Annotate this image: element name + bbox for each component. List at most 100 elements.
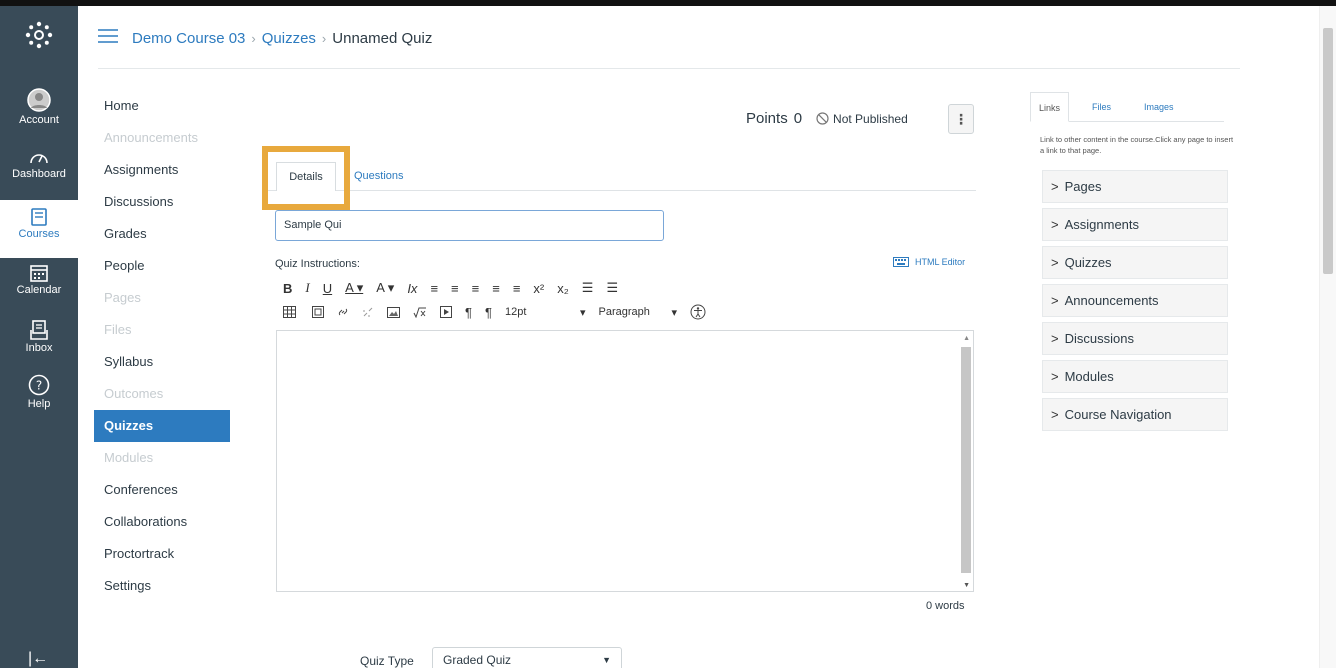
quiz-instructions-label: Quiz Instructions: bbox=[275, 258, 360, 270]
italic-button[interactable]: I bbox=[305, 280, 309, 296]
links-item-label: Modules bbox=[1064, 369, 1114, 384]
text-color-button[interactable]: A ▾ bbox=[345, 280, 363, 296]
block-format-select[interactable]: Paragraph bbox=[599, 306, 659, 318]
scroll-up-icon[interactable]: ▲ bbox=[963, 335, 970, 342]
table-button[interactable] bbox=[283, 306, 299, 318]
course-nav-proctortrack[interactable]: Proctortrack bbox=[94, 538, 234, 570]
course-nav-pages[interactable]: Pages bbox=[94, 282, 234, 314]
inbox-icon bbox=[0, 320, 78, 340]
links-item-label: Assignments bbox=[1064, 217, 1140, 232]
editor-scroll-thumb[interactable] bbox=[961, 347, 971, 573]
course-nav-conferences[interactable]: Conferences bbox=[94, 474, 234, 506]
links-item-assignments[interactable]: > Assignments bbox=[1042, 208, 1228, 241]
help-icon: ? bbox=[0, 374, 78, 396]
links-item-pages[interactable]: > Pages bbox=[1042, 170, 1228, 203]
hamburger-menu-icon[interactable] bbox=[98, 29, 118, 47]
align-right-button[interactable]: ≡ bbox=[472, 281, 480, 296]
rich-content-editor[interactable]: ▲ ▼ bbox=[276, 330, 974, 592]
page-scrollbar[interactable] bbox=[1319, 6, 1336, 668]
editor-toolbar-row-1: B I U A ▾ A ▾ Ix ≡ ≡ ≡ ≡ ≡ x² x₂ ☰ ☰ bbox=[283, 280, 631, 296]
tab-links[interactable]: Links bbox=[1030, 92, 1070, 122]
not-published-icon bbox=[816, 112, 829, 125]
rtl-button[interactable]: ¶ bbox=[485, 305, 492, 320]
course-nav-outcomes[interactable]: Outcomes bbox=[94, 378, 234, 410]
bold-button[interactable]: B bbox=[283, 281, 292, 296]
nav-courses[interactable]: Courses bbox=[0, 200, 78, 258]
align-center-button[interactable]: ≡ bbox=[451, 281, 459, 296]
publish-status: Not Published bbox=[816, 112, 908, 126]
more-options-button[interactable]: ⋮ bbox=[948, 104, 974, 134]
points-label: Points bbox=[746, 110, 788, 127]
nav-help[interactable]: ? Help bbox=[0, 374, 78, 410]
scroll-down-icon[interactable]: ▼ bbox=[963, 582, 970, 589]
nav-account[interactable]: Account bbox=[0, 88, 78, 126]
align-left-button[interactable]: ≡ bbox=[430, 281, 438, 296]
course-nav-quizzes[interactable]: Quizzes bbox=[94, 410, 230, 442]
canvas-logo[interactable] bbox=[0, 20, 78, 50]
unlink-button[interactable] bbox=[362, 306, 374, 318]
media-icon bbox=[440, 306, 452, 318]
editor-scrollbar[interactable]: ▲ ▼ bbox=[959, 331, 973, 591]
tab-questions[interactable]: Questions bbox=[354, 170, 404, 182]
course-nav-modules[interactable]: Modules bbox=[94, 442, 234, 474]
word-count: 0 words bbox=[926, 600, 965, 612]
quiz-points-status: Points 0 Not Published bbox=[746, 110, 908, 127]
courses-icon bbox=[0, 208, 78, 226]
media-button[interactable] bbox=[440, 306, 452, 318]
avatar-icon bbox=[0, 88, 78, 112]
clear-formatting-button[interactable]: Ix bbox=[407, 281, 417, 296]
points-value: 0 bbox=[793, 110, 803, 127]
nav-dashboard[interactable]: Dashboard bbox=[0, 150, 78, 180]
numbered-list-button[interactable]: ☰ bbox=[606, 280, 618, 296]
bullet-list-button[interactable]: ☰ bbox=[582, 280, 594, 296]
image-button[interactable] bbox=[387, 306, 400, 318]
links-item-quizzes[interactable]: > Quizzes bbox=[1042, 246, 1228, 279]
course-nav-files[interactable]: Files bbox=[94, 314, 234, 346]
links-item-announcements[interactable]: > Announcements bbox=[1042, 284, 1228, 317]
course-nav-syllabus[interactable]: Syllabus bbox=[94, 346, 234, 378]
links-item-label: Course Navigation bbox=[1064, 407, 1172, 422]
quiz-title-input[interactable]: Sample Qui bbox=[275, 210, 664, 241]
breadcrumb-course-link[interactable]: Demo Course 03 bbox=[132, 30, 245, 47]
indent-button[interactable]: ≡ bbox=[492, 281, 500, 296]
editor-toolbar-row-2: ¶ ¶ 12pt ▾ Paragraph ▾ bbox=[283, 304, 719, 320]
quiz-type-label: Quiz Type bbox=[360, 654, 414, 668]
tab-files[interactable]: Files bbox=[1092, 92, 1111, 122]
nav-inbox-label: Inbox bbox=[25, 342, 53, 354]
accessibility-checker-button[interactable] bbox=[690, 304, 706, 320]
embed-button[interactable] bbox=[312, 306, 324, 318]
equation-button[interactable] bbox=[413, 307, 427, 318]
page-scroll-thumb[interactable] bbox=[1323, 28, 1333, 274]
links-item-course-navigation[interactable]: > Course Navigation bbox=[1042, 398, 1228, 431]
course-nav-collaborations[interactable]: Collaborations bbox=[94, 506, 234, 538]
course-nav-home[interactable]: Home bbox=[94, 90, 234, 122]
subscript-button[interactable]: x₂ bbox=[557, 281, 569, 296]
underline-button[interactable]: U bbox=[323, 281, 332, 296]
kebab-icon: ⋮ bbox=[954, 111, 968, 127]
tab-images[interactable]: Images bbox=[1144, 92, 1174, 122]
links-item-label: Announcements bbox=[1064, 293, 1159, 308]
background-color-button[interactable]: A ▾ bbox=[376, 280, 394, 296]
logo-icon bbox=[0, 20, 78, 50]
nav-inbox[interactable]: Inbox bbox=[0, 320, 78, 354]
course-nav-discussions[interactable]: Discussions bbox=[94, 186, 234, 218]
quiz-type-select[interactable]: Graded Quiz ▼ bbox=[432, 647, 622, 668]
links-item-discussions[interactable]: > Discussions bbox=[1042, 322, 1228, 355]
course-nav-grades[interactable]: Grades bbox=[94, 218, 234, 250]
course-nav-settings[interactable]: Settings bbox=[94, 570, 234, 602]
breadcrumb-current: Unnamed Quiz bbox=[332, 29, 433, 47]
html-editor-link[interactable]: HTML Editor bbox=[893, 257, 965, 267]
nav-calendar[interactable]: Calendar bbox=[0, 264, 78, 296]
ltr-button[interactable]: ¶ bbox=[465, 305, 472, 320]
global-nav: Account Dashboard Courses Calendar Inbox… bbox=[0, 6, 78, 668]
superscript-button[interactable]: x² bbox=[533, 281, 544, 296]
course-nav-announcements[interactable]: Announcements bbox=[94, 122, 234, 154]
links-item-modules[interactable]: > Modules bbox=[1042, 360, 1228, 393]
font-size-select[interactable]: 12pt bbox=[505, 306, 567, 318]
link-button[interactable] bbox=[337, 306, 349, 318]
breadcrumb-quizzes-link[interactable]: Quizzes bbox=[262, 30, 316, 47]
course-nav-assignments[interactable]: Assignments bbox=[94, 154, 234, 186]
outdent-button[interactable]: ≡ bbox=[513, 281, 521, 296]
collapse-nav-button[interactable]: |← bbox=[28, 650, 48, 668]
course-nav-people[interactable]: People bbox=[94, 250, 234, 282]
